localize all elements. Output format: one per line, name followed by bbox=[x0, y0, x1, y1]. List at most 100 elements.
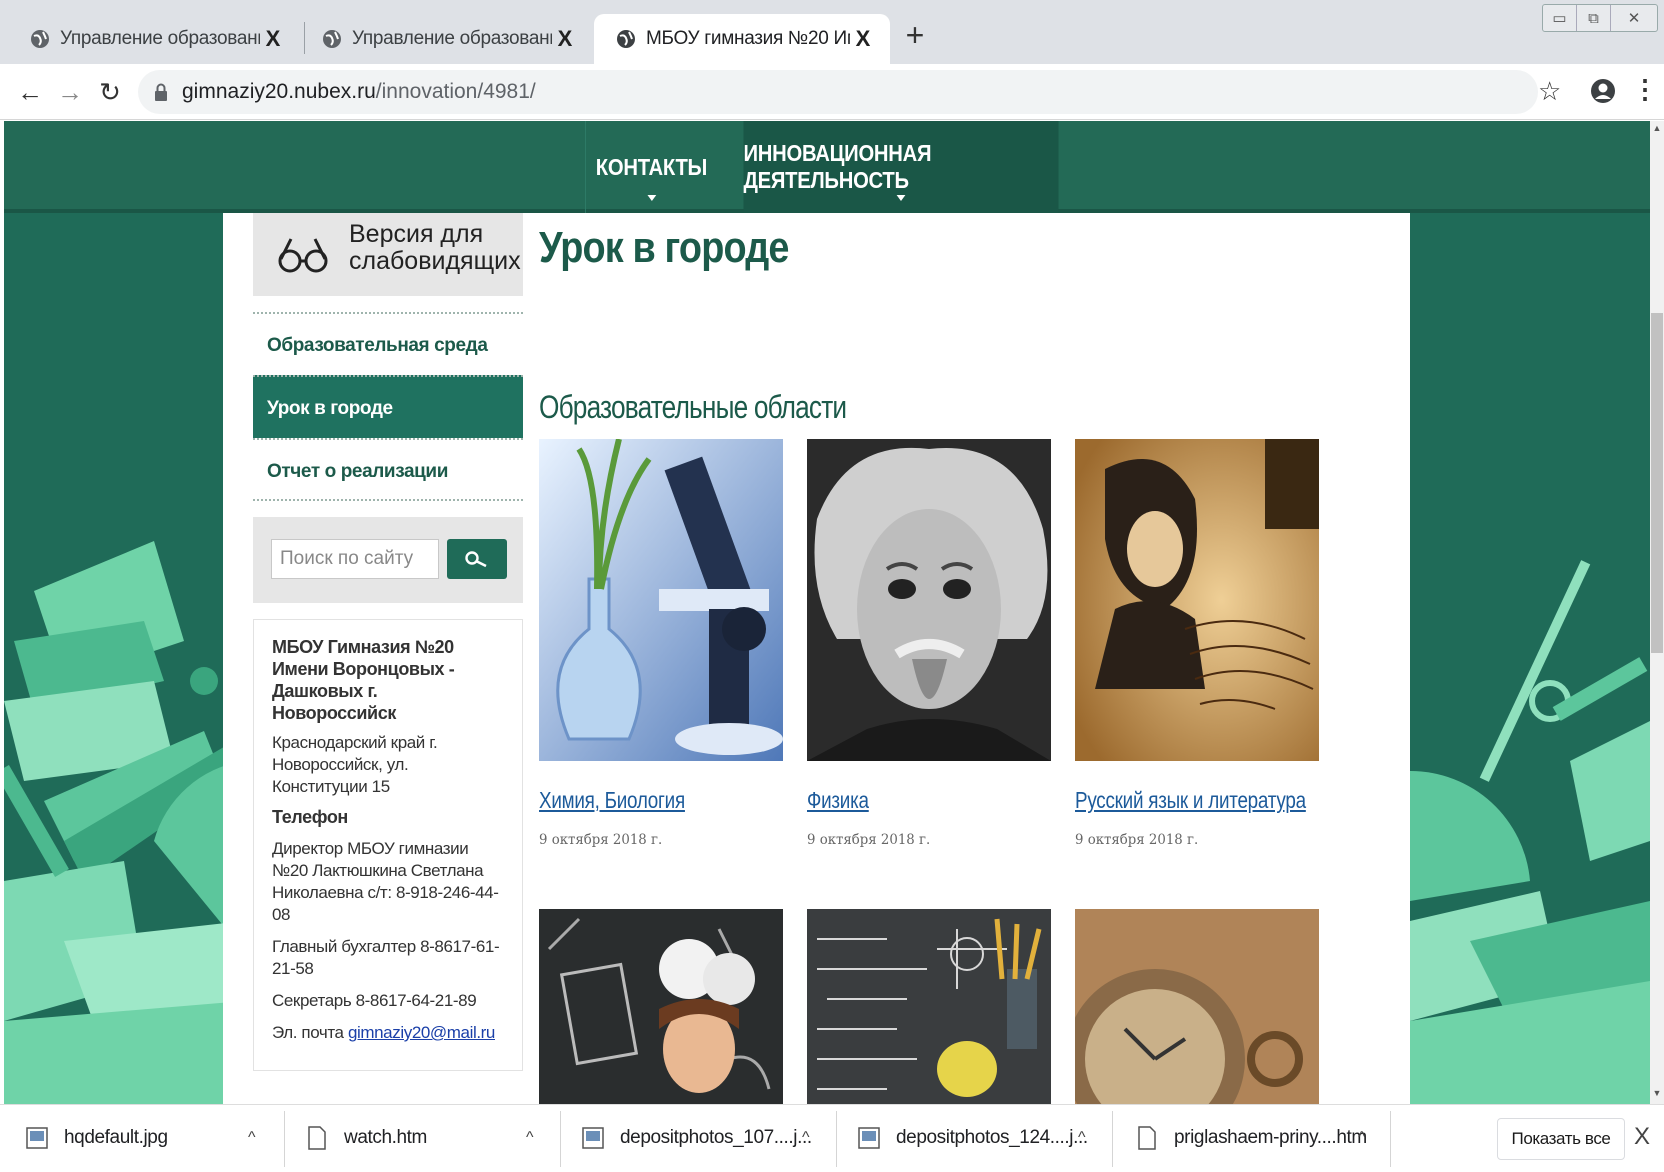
phone-heading: Телефон bbox=[272, 807, 348, 827]
contact-card: МБОУ Гимназия №20 Имени Воронцовых - Даш… bbox=[253, 619, 523, 1071]
card-image-chemistry[interactable] bbox=[539, 439, 783, 761]
section-title: Образовательные области bbox=[539, 389, 847, 425]
browser-tab[interactable]: Управление образования муни X bbox=[300, 14, 592, 64]
page-scrollbar[interactable]: ▲ ▼ bbox=[1650, 121, 1664, 1104]
card-title-link[interactable]: Русский язык и литература bbox=[1075, 787, 1306, 814]
download-item[interactable]: priglashaem-priny....htm ^ bbox=[1136, 1115, 1376, 1161]
chevron-up-icon[interactable]: ^ bbox=[248, 1129, 256, 1147]
download-item[interactable]: depositphotos_107....j... ^ bbox=[582, 1115, 822, 1161]
card-physics: Физика 9 октября 2018 г. bbox=[807, 439, 1051, 848]
page-title: Урок в городе bbox=[539, 223, 789, 272]
email-link[interactable]: gimnaziy20@mail.ru bbox=[348, 1023, 495, 1042]
sidebar: Версия для слабовидящих Образовательная … bbox=[253, 213, 523, 1071]
card-image-chalkboard-girl[interactable] bbox=[539, 909, 783, 1104]
globe-icon bbox=[31, 30, 49, 48]
search-box bbox=[253, 517, 523, 603]
browser-tab[interactable]: Управление образования муни X bbox=[8, 14, 300, 64]
sidebar-item-educational-environment[interactable]: Образовательная среда bbox=[253, 312, 523, 375]
address-bar[interactable]: gimnaziy20.nubex.ru/innovation/4981/ bbox=[138, 70, 1538, 114]
download-filename: priglashaem-priny....htm bbox=[1174, 1127, 1367, 1148]
back-icon[interactable]: ← bbox=[12, 74, 48, 110]
low-vision-version-button[interactable]: Версия для слабовидящих bbox=[253, 213, 523, 296]
background-illustration-right bbox=[1410, 560, 1650, 1104]
chevron-up-icon[interactable]: ^ bbox=[526, 1129, 534, 1147]
caret-down-icon bbox=[647, 195, 656, 201]
download-filename: depositphotos_124....j... bbox=[896, 1127, 1088, 1148]
card-russian-literature: Русский язык и литература 9 октября 2018… bbox=[1075, 439, 1319, 848]
main-content: Урок в городе Образовательные области Хи… bbox=[539, 213, 1389, 1104]
document-file-icon bbox=[308, 1126, 326, 1150]
document-file-icon bbox=[1138, 1126, 1156, 1150]
glasses-icon bbox=[278, 237, 328, 272]
chevron-up-icon[interactable]: ^ bbox=[802, 1129, 810, 1147]
card-image-physics[interactable] bbox=[807, 439, 1051, 761]
card-row2-clock bbox=[1075, 909, 1319, 1104]
tab-title: Управление образования муни bbox=[60, 28, 260, 49]
download-item[interactable]: depositphotos_124....j... ^ bbox=[858, 1115, 1098, 1161]
close-window-icon[interactable]: ✕ bbox=[1611, 5, 1657, 31]
close-tab-icon[interactable]: X bbox=[850, 26, 876, 52]
card-chemistry-biology: Химия, Биология 9 октября 2018 г. bbox=[539, 439, 783, 848]
chevron-up-icon[interactable]: ^ bbox=[1078, 1129, 1086, 1147]
url-path: /innovation/4981/ bbox=[375, 80, 536, 103]
download-bar: hqdefault.jpg ^ watch.htm ^ depositphoto… bbox=[0, 1104, 1664, 1172]
card-row2-math bbox=[807, 909, 1051, 1104]
download-item[interactable]: hqdefault.jpg ^ bbox=[26, 1115, 266, 1161]
tab-title: Управление образования муни bbox=[352, 28, 552, 49]
director-contact: Директор МБОУ гимназии №20 Лактюшкина Св… bbox=[272, 839, 499, 924]
email-row: Эл. почта gimnaziy20@mail.ru bbox=[272, 1022, 504, 1044]
download-separator bbox=[1390, 1111, 1391, 1167]
card-image-math[interactable] bbox=[807, 909, 1051, 1104]
tab-strip: Управление образования муни X Управление… bbox=[0, 0, 1664, 64]
restore-icon[interactable]: ⧉ bbox=[1577, 5, 1611, 31]
card-date: 9 октября 2018 г. bbox=[539, 832, 663, 848]
card-title-link[interactable]: Физика bbox=[807, 787, 1007, 814]
menu-icon[interactable]: ⋮ bbox=[1632, 74, 1658, 105]
nav-contacts[interactable]: КОНТАКТЫ bbox=[585, 121, 717, 213]
globe-icon bbox=[617, 30, 635, 48]
low-vision-line1: Версия для bbox=[349, 219, 484, 248]
low-vision-label: Версия для слабовидящих bbox=[349, 219, 521, 275]
globe-icon bbox=[323, 30, 341, 48]
sidebar-item-lesson-in-city[interactable]: Урок в городе bbox=[253, 375, 523, 438]
close-tab-icon[interactable]: X bbox=[260, 26, 286, 52]
forward-icon[interactable]: → bbox=[52, 74, 88, 110]
site-top-navigation: КОНТАКТЫ ИННОВАЦИОННАЯ ДЕЯТЕЛЬНОСТЬ bbox=[4, 121, 1650, 213]
download-item[interactable]: watch.htm ^ bbox=[306, 1115, 546, 1161]
chevron-up-icon[interactable]: ^ bbox=[1358, 1129, 1366, 1147]
card-title-link[interactable]: Химия, Биология bbox=[539, 787, 739, 814]
nav-innovation[interactable]: ИННОВАЦИОННАЯ ДЕЯТЕЛЬНОСТЬ bbox=[743, 121, 1059, 213]
lock-icon bbox=[155, 83, 167, 101]
search-input[interactable] bbox=[271, 539, 439, 579]
card-image-literature[interactable] bbox=[1075, 439, 1319, 761]
search-button[interactable] bbox=[447, 539, 507, 579]
close-download-bar-icon[interactable]: X bbox=[1634, 1123, 1650, 1151]
new-tab-button[interactable]: + bbox=[900, 18, 930, 52]
scroll-down-icon[interactable]: ▼ bbox=[1650, 1088, 1664, 1102]
scroll-up-icon[interactable]: ▲ bbox=[1650, 123, 1664, 137]
card-row2-chalkboard-girl bbox=[539, 909, 783, 1104]
browser-tab-active[interactable]: МБОУ гимназия №20 Имени Вс X bbox=[594, 14, 890, 64]
download-separator bbox=[1112, 1111, 1113, 1167]
org-name: МБОУ Гимназия №20 Имени Воронцовых - Даш… bbox=[272, 637, 455, 723]
close-tab-icon[interactable]: X bbox=[552, 26, 578, 52]
sidebar-item-project-report[interactable]: Отчет о реализации проекта bbox=[253, 438, 523, 545]
browser-toolbar: ← → ↻ gimnaziy20.nubex.ru/innovation/498… bbox=[0, 64, 1664, 120]
org-address: Краснодарский край г. Новороссийск, ул. … bbox=[272, 733, 438, 796]
background-illustration-left bbox=[4, 541, 244, 1104]
minimize-icon[interactable]: ▭ bbox=[1543, 5, 1577, 31]
show-all-downloads-button[interactable]: Показать все bbox=[1497, 1118, 1625, 1160]
profile-icon[interactable] bbox=[1590, 78, 1616, 104]
search-icon bbox=[465, 551, 487, 568]
secretary-contact: Секретарь 8-8617-64-21-89 bbox=[272, 991, 477, 1010]
reload-icon[interactable]: ↻ bbox=[92, 74, 128, 110]
card-image-clock[interactable] bbox=[1075, 909, 1319, 1104]
nav-contacts-label: КОНТАКТЫ bbox=[595, 153, 708, 180]
tab-title: МБОУ гимназия №20 Имени Вс bbox=[646, 28, 850, 49]
image-file-icon bbox=[582, 1127, 604, 1149]
scroll-thumb[interactable] bbox=[1651, 313, 1663, 653]
image-file-icon bbox=[26, 1127, 48, 1149]
caret-down-icon bbox=[896, 195, 906, 201]
star-icon[interactable]: ☆ bbox=[1538, 76, 1561, 107]
download-filename: depositphotos_107....j... bbox=[620, 1127, 812, 1148]
